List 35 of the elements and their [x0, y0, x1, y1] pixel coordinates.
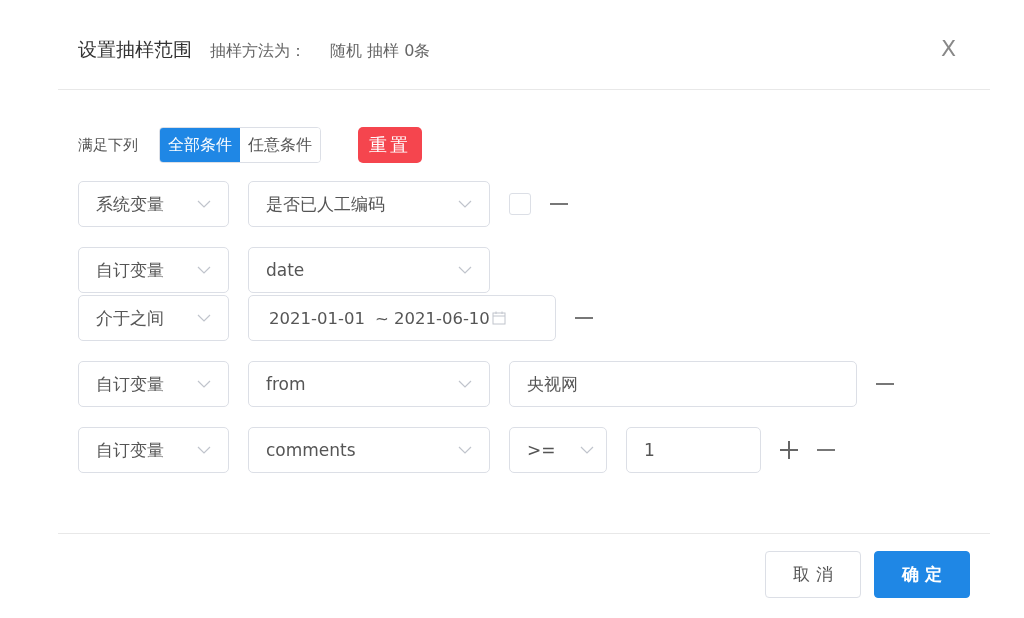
method-value: 随机 抽样 0条 — [330, 41, 431, 62]
confirm-button[interactable]: 确 定 — [874, 551, 970, 598]
method-label: 抽样方法为： — [210, 41, 306, 62]
dropdown-select[interactable]: from — [248, 361, 490, 407]
dropdown-select[interactable]: 自订变量 — [78, 427, 229, 473]
dropdown-select[interactable]: 是否已人工编码 — [248, 181, 490, 227]
number-input[interactable]: 1 — [626, 427, 761, 473]
chevron-down-icon — [197, 314, 211, 322]
chevron-down-icon — [197, 380, 211, 388]
chevron-down-icon — [197, 200, 211, 208]
match-label: 满足下列 — [78, 135, 138, 155]
dropdown-select[interactable]: 自订变量 — [78, 361, 229, 407]
dropdown-select[interactable]: 介于之间 — [78, 295, 229, 341]
dropdown-select[interactable]: 自订变量 — [78, 247, 229, 293]
cancel-button[interactable]: 取 消 — [765, 551, 861, 598]
dropdown-select[interactable]: comments — [248, 427, 490, 473]
chevron-down-icon — [458, 266, 472, 274]
dropdown-select[interactable]: date — [248, 247, 490, 293]
date-range-field[interactable]: 2021-01-01 ~ 2021-06-10 — [248, 295, 556, 341]
calendar-icon — [491, 311, 506, 325]
match-option[interactable]: 全部条件 — [160, 128, 240, 162]
reset-button[interactable]: 重置 — [358, 127, 422, 163]
dropdown-select[interactable]: >= — [509, 427, 607, 473]
chevron-down-icon — [458, 380, 472, 388]
checkbox[interactable] — [509, 193, 531, 215]
dialog-title: 设置抽样范围 — [78, 37, 192, 62]
chevron-down-icon — [458, 200, 472, 208]
chevron-down-icon — [197, 446, 211, 454]
chevron-down-icon — [458, 446, 472, 454]
dropdown-select[interactable]: 系统变量 — [78, 181, 229, 227]
chevron-down-icon — [197, 266, 211, 274]
text-input[interactable]: 央视网 — [509, 361, 857, 407]
chevron-down-icon — [580, 446, 594, 454]
close-button[interactable]: X — [940, 36, 956, 61]
add-icon[interactable] — [780, 441, 798, 459]
